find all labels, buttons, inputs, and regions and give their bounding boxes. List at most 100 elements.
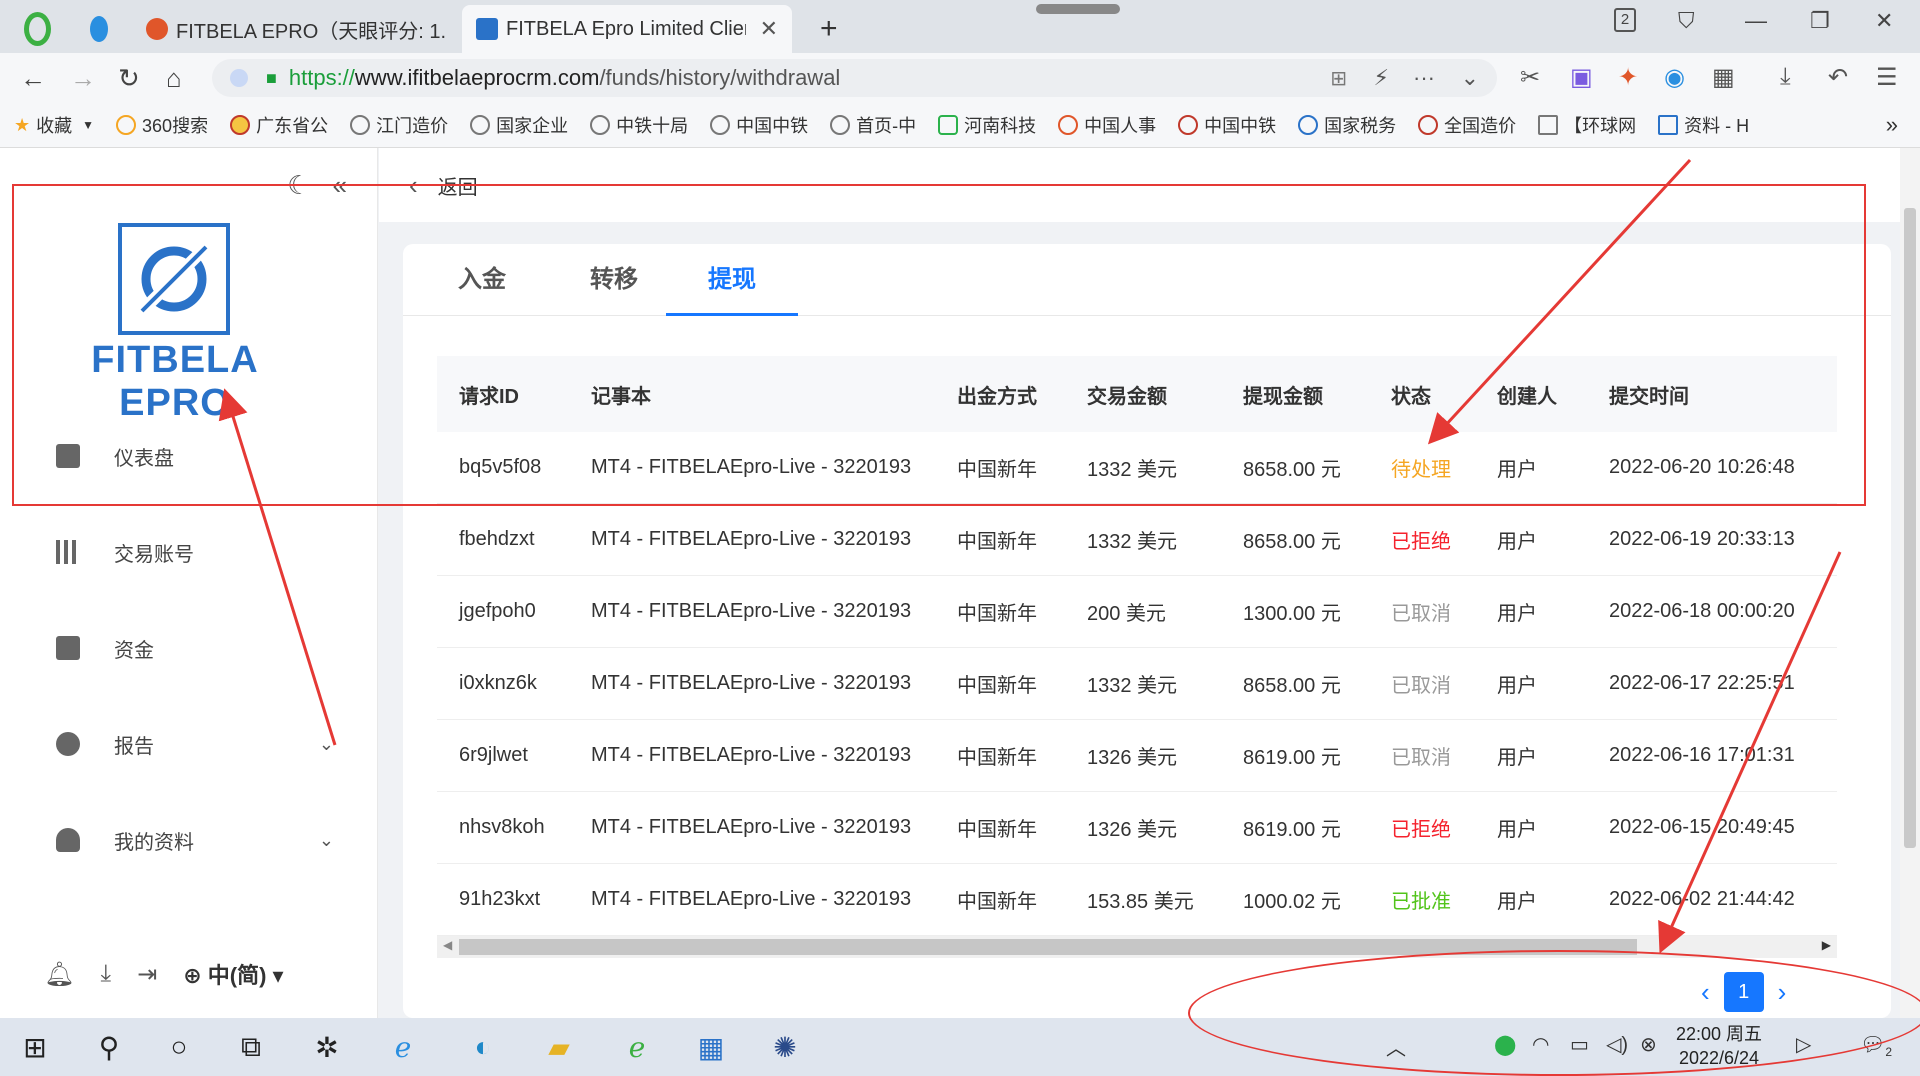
- globe-icon: [710, 115, 731, 135]
- bookmark-item[interactable]: 国家企业: [470, 112, 568, 138]
- cell-notes: MT4 - FITBELAEpro-Live - 3220193: [591, 528, 912, 550]
- more-bookmarks-icon[interactable]: »: [1886, 112, 1898, 138]
- bookmark-item[interactable]: 国家税务: [1298, 112, 1396, 138]
- 360-icon: [116, 115, 137, 135]
- tab-favicon-icon: [476, 18, 498, 40]
- cell-submitted-at: 2022-06-15 20:49:45: [1609, 816, 1795, 838]
- cell-request-id: jgefpoh0: [459, 600, 536, 622]
- ie-icon[interactable]: ℯ: [386, 1030, 420, 1064]
- download-ext-icon[interactable]: ◉: [1664, 63, 1685, 92]
- address-toolbar: ← → ↻ ⌂ ■ https://www.ifitbelaeprocrm.co…: [0, 53, 1920, 103]
- table-row[interactable]: nhsv8koh MT4 - FITBELAEpro-Live - 3220193…: [437, 792, 1837, 864]
- bookmark-favorites[interactable]: ★ 收藏 ▼: [14, 112, 94, 138]
- drag-handle[interactable]: [1036, 4, 1120, 14]
- scrollbar-thumb[interactable]: [1904, 208, 1916, 848]
- cortana-icon[interactable]: ○: [162, 1030, 196, 1064]
- table-row[interactable]: fbehdzxt MT4 - FITBELAEpro-Live - 3220193…: [437, 504, 1837, 576]
- emblem-icon: [230, 115, 251, 135]
- close-window-icon[interactable]: ✕: [1875, 8, 1893, 34]
- refresh-icon[interactable]: ↻: [118, 63, 140, 94]
- logout-icon[interactable]: ⇥: [137, 960, 157, 989]
- chevron-down-icon[interactable]: ⌄: [1461, 65, 1479, 91]
- cell-submitted-at: 2022-06-17 22:25:51: [1609, 672, 1795, 694]
- cell-method: 中国新年: [957, 603, 1037, 625]
- bookmark-item[interactable]: 全国造价: [1418, 112, 1516, 138]
- cell-creator: 用户: [1497, 675, 1537, 697]
- vertical-scrollbar[interactable]: [1900, 148, 1920, 1018]
- tab-fitbela-client[interactable]: FITBELA Epro Limited Client ✕: [462, 5, 792, 53]
- skin-icon[interactable]: ⛉: [1678, 8, 1695, 34]
- menu-item-profile[interactable]: 我的资料 ⌄: [0, 810, 378, 870]
- table-row[interactable]: 6r9jlwet MT4 - FITBELAEpro-Live - 3220193…: [437, 720, 1837, 792]
- bookmarks-bar: ★ 收藏 ▼ 360搜索 广东省公 江门造价 国家企业 中铁十局 中国中铁 首页-中…: [0, 103, 1920, 148]
- translate-icon[interactable]: ⊞: [1330, 66, 1347, 91]
- table-row[interactable]: i0xknz6k MT4 - FITBELAEpro-Live - 3220193…: [437, 648, 1837, 720]
- bookmark-item[interactable]: 中国中铁: [710, 112, 808, 138]
- home-icon[interactable]: ⌂: [166, 63, 182, 94]
- media-player-icon[interactable]: ✺: [768, 1030, 802, 1064]
- apps-icon[interactable]: ▦: [1712, 63, 1735, 92]
- windows-start-icon[interactable]: ⊞: [18, 1030, 52, 1064]
- search-icon[interactable]: ⚲: [92, 1030, 126, 1064]
- bookmark-item[interactable]: 广东省公: [230, 112, 328, 138]
- cell-method: 中国新年: [957, 819, 1037, 841]
- bookmark-item[interactable]: 中国人事: [1058, 112, 1156, 138]
- scissors-icon[interactable]: ✂: [1520, 63, 1540, 92]
- pinwheel-icon[interactable]: ✲: [310, 1030, 344, 1064]
- tab-title: FITBELA EPRO（天眼评分: 1.: [176, 20, 447, 43]
- language-selector[interactable]: ⊕ 中(简) ▾: [183, 958, 283, 990]
- bookmark-item[interactable]: 河南科技: [938, 112, 1036, 138]
- bookmark-item[interactable]: 首页-中: [830, 112, 916, 138]
- new-tab-button[interactable]: +: [806, 5, 846, 53]
- url-host: www.ifitbelaeprocrm.com: [354, 65, 600, 90]
- close-tab-icon[interactable]: ✕: [760, 16, 778, 42]
- chevron-down-icon: ⌄: [318, 829, 334, 850]
- download-icon[interactable]: ⤓: [1780, 63, 1791, 91]
- forward-arrow-icon[interactable]: →: [70, 63, 96, 94]
- bookmark-item[interactable]: 资料 - H: [1658, 112, 1749, 138]
- edge-icon[interactable]: ◐: [466, 1030, 500, 1064]
- translate-ext-icon[interactable]: ▣: [1570, 63, 1593, 92]
- tab-fitbela-rating[interactable]: FITBELA EPRO（天眼评分: 1.: [132, 5, 452, 53]
- cell-request-id: fbehdzxt: [459, 528, 535, 550]
- bookmark-item[interactable]: 中铁十局: [590, 112, 688, 138]
- download-icon[interactable]: ⤓: [100, 960, 111, 988]
- scroll-left-icon[interactable]: ◀: [443, 938, 452, 952]
- bookmark-item[interactable]: 【环球网: [1538, 112, 1636, 138]
- restore-icon[interactable]: ❐: [1810, 8, 1830, 34]
- bell-icon[interactable]: 🔔︎: [44, 960, 74, 989]
- table-row[interactable]: 91h23kxt MT4 - FITBELAEpro-Live - 3220193…: [437, 864, 1837, 936]
- cell-withdraw-amount: 8619.00 元: [1243, 819, 1341, 841]
- scroll-right-icon[interactable]: ▶: [1822, 938, 1831, 952]
- 360-browser-icon[interactable]: ℯ: [620, 1030, 654, 1064]
- menu-item-funds[interactable]: 资金: [0, 618, 378, 678]
- bookmark-item[interactable]: 中国中铁: [1178, 112, 1276, 138]
- store-icon[interactable]: ▦: [694, 1030, 728, 1064]
- menu-item-trading-accounts[interactable]: 交易账号: [0, 522, 378, 582]
- cell-withdraw-amount: 8619.00 元: [1243, 747, 1341, 769]
- table-row[interactable]: jgefpoh0 MT4 - FITBELAEpro-Live - 3220193…: [437, 576, 1837, 648]
- cell-trade-amount: 200 美元: [1087, 603, 1166, 625]
- minimize-icon[interactable]: —: [1745, 8, 1767, 34]
- menu-icon[interactable]: ☰: [1876, 63, 1898, 92]
- game-icon[interactable]: ✦: [1618, 63, 1638, 92]
- cell-withdraw-amount: 8658.00 元: [1243, 531, 1341, 553]
- tab-count-badge[interactable]: 2: [1614, 8, 1636, 32]
- cell-method: 中国新年: [957, 675, 1037, 697]
- more-icon[interactable]: ···: [1413, 65, 1435, 91]
- telegram-icon[interactable]: [76, 5, 122, 53]
- bookmark-item[interactable]: 360搜索: [116, 112, 208, 138]
- browser-logo-icon[interactable]: [10, 5, 65, 53]
- undo-icon[interactable]: ↶: [1828, 63, 1848, 92]
- back-arrow-icon[interactable]: ←: [20, 63, 46, 94]
- cell-status: 已取消: [1391, 747, 1451, 769]
- lightning-icon[interactable]: ⚡: [1374, 65, 1389, 91]
- url-bar[interactable]: ■ https://www.ifitbelaeprocrm.com/funds/…: [212, 59, 1497, 97]
- task-view-icon[interactable]: ⧉: [234, 1030, 268, 1064]
- bookmark-item[interactable]: 江门造价: [350, 112, 448, 138]
- globe-icon: [1538, 115, 1559, 135]
- file-explorer-icon[interactable]: ▰: [542, 1030, 576, 1064]
- user-icon: [56, 828, 80, 852]
- globe-icon: [1658, 115, 1679, 135]
- menu-item-reports[interactable]: 报告 ⌄: [0, 714, 378, 774]
